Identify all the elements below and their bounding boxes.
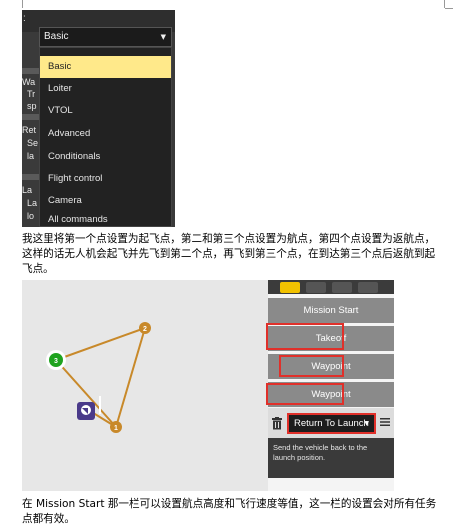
command-category-select[interactable]: Basic ▼ [39, 27, 172, 47]
highlight-box-waypoint [266, 383, 344, 405]
tab-fence[interactable] [306, 282, 326, 293]
command-description: Send the vehicle back to the launch posi… [273, 443, 368, 462]
mission-start-button[interactable]: Mission Start [268, 298, 394, 323]
crop-mark [445, 8, 453, 9]
chevron-down-icon: ▼ [160, 33, 166, 41]
command-select-value: Return To Launch [294, 418, 369, 429]
menu-item-conditionals[interactable]: Conditionals [40, 146, 171, 168]
crop-mark [22, 0, 23, 8]
command-bar: Return To Launch ▼ [268, 408, 394, 438]
waypoint-marker-1[interactable]: 1 [110, 421, 122, 433]
mission-map: 3 2 1 [22, 280, 268, 491]
header-colon: : [23, 13, 26, 24]
dropdown-screenshot: : Wa Tr sp Ret Se la La La lo Basic ▼ Ba… [22, 10, 175, 227]
panel-tabs [268, 280, 394, 294]
hamburger-icon[interactable] [380, 417, 390, 427]
bg-label: La [22, 185, 33, 195]
menu-item-camera[interactable]: Camera [40, 190, 171, 212]
bg-panel-bar [22, 68, 40, 74]
paragraph-waypoint-setup: 我这里将第一个点设置为起飞点，第二和第三个点设置为航点，第四个点设置为返航点，这… [22, 233, 436, 275]
path-segment [115, 327, 146, 428]
marker-label: 2 [143, 326, 147, 333]
menu-item-advanced[interactable]: Advanced [40, 123, 171, 145]
waypoint-marker-2[interactable]: 2 [139, 322, 151, 334]
home-marker[interactable] [77, 402, 95, 420]
command-description-box: Send the vehicle back to the launch posi… [268, 438, 394, 478]
marker-label: 1 [114, 425, 118, 432]
tab-extra[interactable] [358, 282, 378, 293]
crop-mark [444, 0, 445, 8]
paragraph-mission-start: 在 Mission Start 那一栏可以设置航点高度和飞行速度等值，这一栏的设… [22, 498, 437, 525]
menu-item-vtol[interactable]: VTOL [40, 100, 171, 122]
mission-editor-screenshot: 3 2 1 Mission Start Takeoff Waypoint Way… [22, 280, 394, 491]
menu-item-loiter[interactable]: Loiter [40, 78, 171, 100]
marker-label: 3 [54, 358, 58, 365]
bg-label: Ret [22, 125, 37, 135]
command-select[interactable]: Return To Launch ▼ [287, 413, 376, 434]
select-value: Basic [44, 31, 69, 42]
bg-label: Wa [22, 77, 36, 87]
highlight-box-waypoint [279, 355, 344, 377]
tab-mission[interactable] [280, 282, 300, 293]
chevron-down-icon: ▼ [364, 420, 369, 427]
menu-item-basic[interactable]: Basic [40, 56, 171, 78]
mission-panel: Mission Start Takeoff Waypoint Waypoint … [266, 280, 394, 491]
menu-item-flight-control[interactable]: Flight control [40, 168, 171, 190]
trash-icon[interactable] [271, 417, 283, 430]
bg-panel-bar [22, 114, 40, 120]
waypoint-marker-3[interactable]: 3 [46, 350, 66, 370]
flight-path-svg: 3 2 1 [46, 322, 151, 433]
flight-path [55, 327, 146, 428]
menu-item-all-commands[interactable]: All commands [40, 212, 171, 227]
highlight-box-takeoff [266, 323, 344, 350]
bg-panel-bar [22, 174, 40, 180]
path-segment [55, 327, 146, 361]
dropdown-menu: Basic Loiter VTOL Advanced Conditionals … [39, 47, 172, 227]
tab-rally[interactable] [332, 282, 352, 293]
